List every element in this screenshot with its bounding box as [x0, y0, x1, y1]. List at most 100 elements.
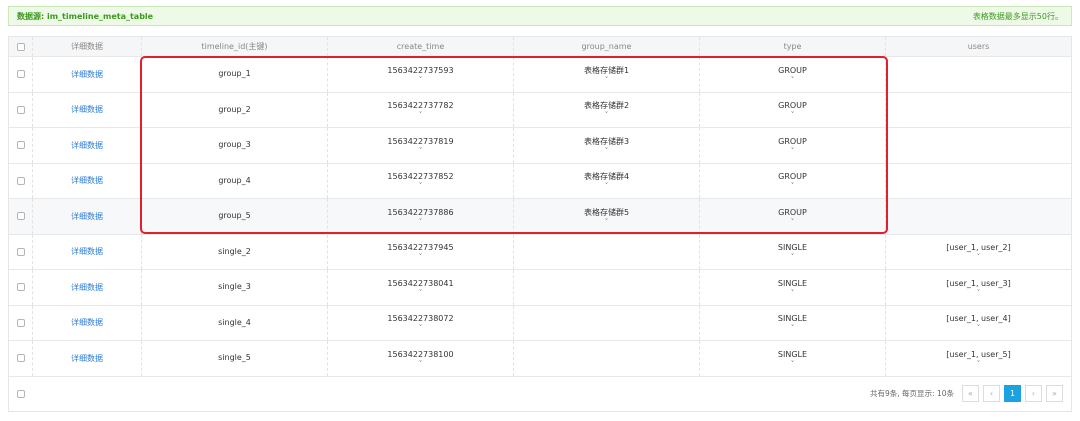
chevron-down-icon[interactable]: ˅ [791, 289, 795, 296]
select-all-checkbox[interactable] [16, 42, 25, 51]
row-select-cell [9, 199, 33, 234]
timeline-id-cell: single_4 [142, 305, 328, 340]
timeline-id-cell-value: group_5 [218, 211, 251, 221]
chevron-down-icon[interactable]: ˅ [419, 360, 423, 367]
chevron-down-icon[interactable]: ˅ [419, 147, 423, 154]
detail-link[interactable]: 详细数据 [71, 69, 103, 80]
chevron-down-icon[interactable]: ˅ [605, 76, 609, 83]
timeline-id-cell-value: single_3 [218, 282, 251, 292]
chevron-down-icon[interactable]: ˅ [419, 183, 423, 190]
next-page-button[interactable]: › [1025, 385, 1042, 402]
users-cell [886, 93, 1071, 128]
row-checkbox[interactable] [16, 176, 25, 185]
table-footer: 共有9条, 每页显示: 10条 « ‹ 1 › » [9, 377, 1071, 411]
row-checkbox[interactable] [16, 354, 25, 363]
detail-link[interactable]: 详细数据 [71, 246, 103, 257]
detail-link[interactable]: 详细数据 [71, 317, 103, 328]
chevron-down-icon[interactable]: ˅ [977, 254, 981, 261]
create-time-cell: 1563422738041 ˅ [328, 270, 514, 305]
header-detail: 详细数据 [33, 37, 142, 56]
last-page-button[interactable]: » [1046, 385, 1063, 402]
header-select-cell [9, 37, 33, 56]
detail-cell: 详细数据 [33, 163, 142, 198]
chevron-down-icon[interactable]: ˅ [791, 254, 795, 261]
chevron-down-icon[interactable]: ˅ [977, 360, 981, 367]
type-cell: SINGLE ˅ [700, 305, 886, 340]
prev-page-button[interactable]: ‹ [983, 385, 1000, 402]
chevron-down-icon[interactable]: ˅ [419, 254, 423, 261]
table-row: 详细数据 single_5 1563422738100 ˅ SINGLE ˅ [user_1… [9, 341, 1071, 377]
detail-link[interactable]: 详细数据 [71, 140, 103, 151]
row-checkbox[interactable] [16, 212, 25, 221]
chevron-down-icon[interactable]: ˅ [419, 218, 423, 225]
group-name-cell: 表格存储群4 ˅ [514, 163, 700, 198]
type-cell: GROUP ˅ [700, 199, 886, 234]
create-time-cell-value: 1563422737886 [387, 207, 454, 217]
chevron-down-icon[interactable]: ˅ [419, 325, 423, 332]
chevron-down-icon[interactable]: ˅ [977, 289, 981, 296]
chevron-down-icon[interactable]: ˅ [419, 289, 423, 296]
type-cell: GROUP ˅ [700, 163, 886, 198]
detail-cell: 详细数据 [33, 199, 142, 234]
chevron-down-icon[interactable]: ˅ [605, 112, 609, 119]
timeline-id-cell-value: single_2 [218, 246, 251, 256]
chevron-down-icon[interactable]: ˅ [791, 147, 795, 154]
chevron-down-icon[interactable]: ˅ [791, 325, 795, 332]
type-cell-value: GROUP [778, 207, 807, 217]
header-type[interactable]: type [700, 37, 886, 56]
create-time-cell: 1563422737852 ˅ [328, 163, 514, 198]
users-cell [886, 128, 1071, 163]
first-page-button[interactable]: « [962, 385, 979, 402]
row-checkbox[interactable] [16, 247, 25, 256]
table-row: 详细数据 group_4 1563422737852 ˅ 表格存储群4 ˅ GROUP ˅ [9, 163, 1071, 199]
row-checkbox[interactable] [16, 70, 25, 79]
users-cell [886, 199, 1071, 234]
detail-link[interactable]: 详细数据 [71, 211, 103, 222]
detail-link[interactable]: 详细数据 [71, 353, 103, 364]
users-cell [886, 164, 1071, 199]
create-time-cell: 1563422737945 ˅ [328, 234, 514, 269]
create-time-cell: 1563422738100 ˅ [328, 341, 514, 376]
users-cell: [user_1, user_4] ˅ [886, 306, 1071, 341]
row-select-cell [9, 128, 33, 163]
header-users[interactable]: users [886, 37, 1071, 56]
chevron-down-icon[interactable]: ˅ [605, 218, 609, 225]
header-create-time[interactable]: create_time [328, 37, 514, 56]
row-checkbox[interactable] [16, 105, 25, 114]
current-page-button[interactable]: 1 [1004, 385, 1021, 402]
users-cell: [user_1, user_3] ˅ [886, 270, 1071, 305]
detail-link[interactable]: 详细数据 [71, 104, 103, 115]
chevron-down-icon[interactable]: ˅ [419, 112, 423, 119]
detail-link[interactable]: 详细数据 [71, 175, 103, 186]
detail-link[interactable]: 详细数据 [71, 282, 103, 293]
detail-cell: 详细数据 [33, 341, 142, 376]
header-timeline-id[interactable]: timeline_id(主键) [142, 37, 328, 56]
footer-select-checkbox[interactable] [17, 390, 25, 398]
table-row: 详细数据 single_4 1563422738072 ˅ SINGLE ˅ [user_1… [9, 305, 1071, 341]
row-checkbox[interactable] [16, 283, 25, 292]
data-table: 详细数据 timeline_id(主键) create_time group_n… [8, 36, 1072, 412]
users-cell-value: [user_1, user_4] [946, 314, 1011, 324]
chevron-down-icon[interactable]: ˅ [791, 218, 795, 225]
row-select-cell [9, 234, 33, 269]
chevron-down-icon[interactable]: ˅ [791, 76, 795, 83]
data-source-label: 数据源: im_timeline_meta_table [17, 11, 154, 21]
create-time-cell-value: 1563422737852 [387, 172, 454, 182]
timeline-id-cell-value: group_3 [218, 140, 251, 150]
chevron-down-icon[interactable]: ˅ [791, 183, 795, 190]
type-cell: GROUP ˅ [700, 57, 886, 92]
row-checkbox[interactable] [16, 141, 25, 150]
chevron-down-icon[interactable]: ˅ [605, 147, 609, 154]
chevron-down-icon[interactable]: ˅ [791, 360, 795, 367]
chevron-down-icon[interactable]: ˅ [791, 112, 795, 119]
row-select-cell [9, 163, 33, 198]
row-checkbox[interactable] [16, 318, 25, 327]
type-cell-value: GROUP [778, 136, 807, 146]
table-row: 详细数据 group_1 1563422737593 ˅ 表格存储群1 ˅ GROUP ˅ [9, 57, 1071, 93]
group-name-cell [514, 341, 700, 376]
chevron-down-icon[interactable]: ˅ [977, 325, 981, 332]
header-group-name[interactable]: group_name [514, 37, 700, 56]
users-cell [886, 57, 1071, 92]
chevron-down-icon[interactable]: ˅ [419, 76, 423, 83]
chevron-down-icon[interactable]: ˅ [605, 183, 609, 190]
